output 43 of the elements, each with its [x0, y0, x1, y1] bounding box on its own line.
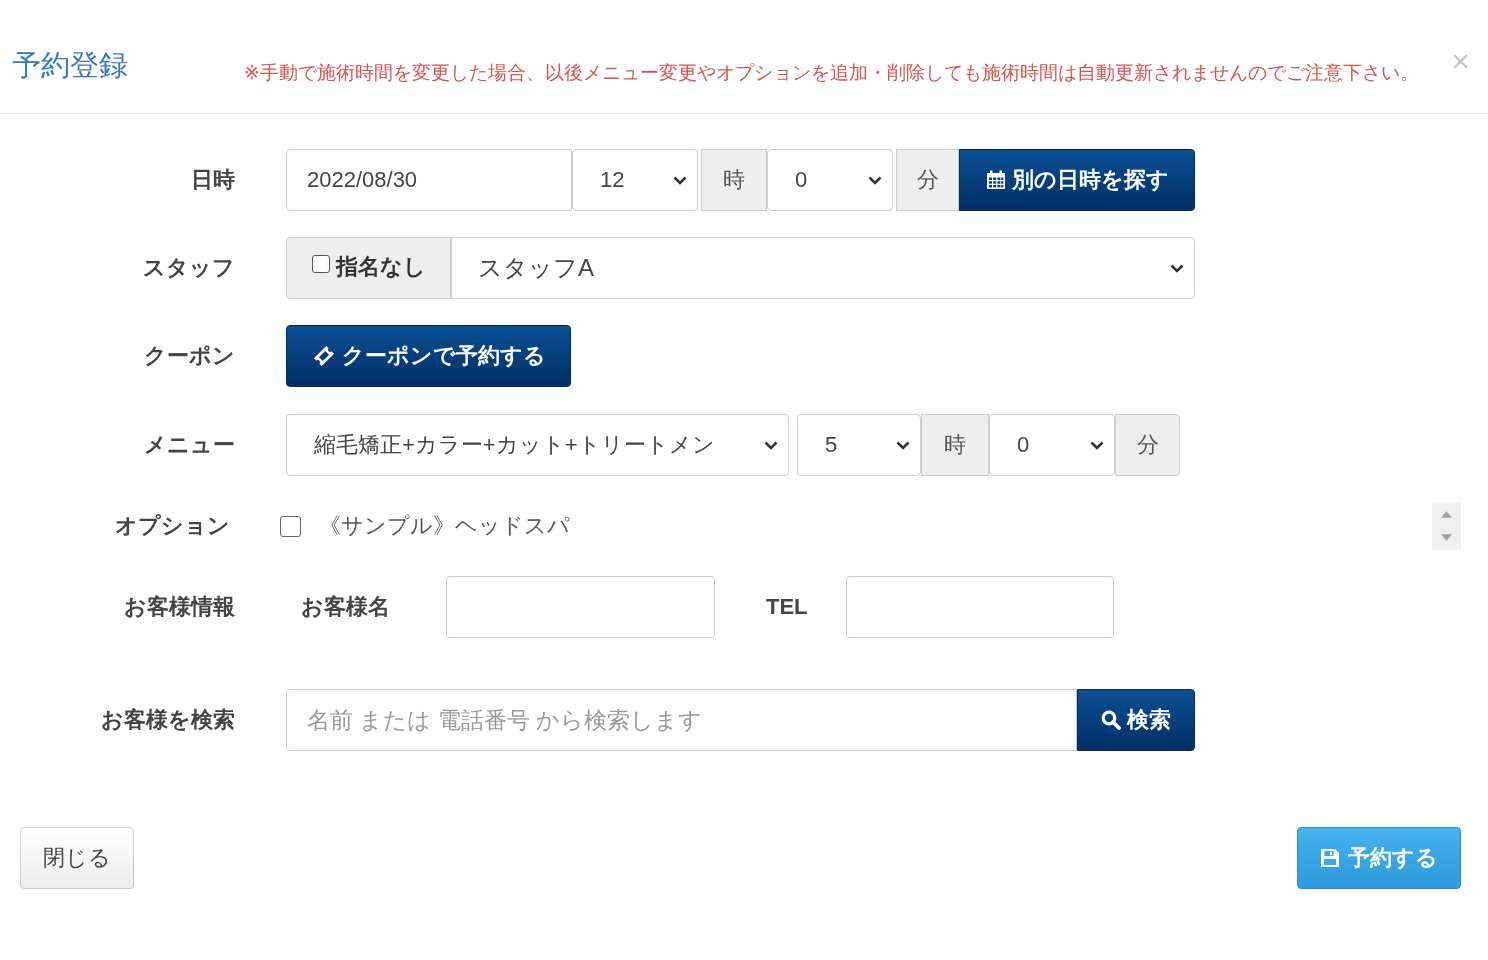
search-icon — [1101, 710, 1121, 730]
customer-name-input[interactable] — [446, 576, 715, 638]
date-input[interactable]: 2022/08/30 — [286, 149, 572, 211]
tel-label: TEL — [766, 594, 809, 620]
field-label: 日時 — [190, 166, 235, 194]
option-checkbox[interactable]: 《サンプル》ヘッドスパ — [280, 511, 570, 541]
chevron-down-icon — [1090, 440, 1104, 450]
hour-select[interactable]: 12 — [572, 149, 698, 211]
field-label: クーポン — [143, 342, 235, 370]
unit-label: 時 — [921, 414, 989, 476]
scroll-down-icon[interactable] — [1441, 534, 1452, 541]
chevron-down-icon — [673, 175, 687, 185]
field-label: お客様情報 — [123, 593, 235, 621]
hours-select[interactable]: 5 — [797, 414, 921, 476]
minutes-select[interactable]: 0 — [989, 414, 1115, 476]
chevron-down-icon — [764, 440, 778, 450]
find-other-date-button[interactable]: 別の日時を探す — [959, 149, 1195, 211]
field-label: メニュー — [143, 431, 235, 459]
minute-select[interactable]: 0 — [767, 149, 893, 211]
calendar-icon — [985, 170, 1006, 190]
unit-label: 時 — [701, 149, 767, 211]
chevron-down-icon — [1170, 263, 1184, 273]
field-label: お客様を検索 — [100, 706, 235, 734]
chevron-down-icon — [896, 440, 910, 450]
ticket-icon — [311, 344, 336, 368]
customer-name-label: お客様名 — [301, 593, 391, 621]
scrollbar[interactable] — [1432, 502, 1461, 550]
staff-select[interactable]: スタッフA — [451, 237, 1195, 299]
warning-notice: ※手動で施術時間を変更した場合、以後メニュー変更やオプションを追加・削除しても施術時間は自動更新されませんのでご注意下さい。 — [244, 61, 1419, 85]
field-label: スタッフ — [142, 254, 235, 282]
customer-search-input[interactable]: 名前 または 電話番号 から検索します — [286, 689, 1077, 751]
menu-select[interactable]: 縮毛矯正+カラー+カット+トリートメン — [286, 414, 789, 476]
tel-input[interactable] — [846, 576, 1114, 638]
close-dialog-button[interactable]: 閉じる — [20, 827, 134, 889]
no-preference-checkbox[interactable]: 指名なし — [286, 237, 451, 299]
field-label: オプション — [114, 512, 230, 540]
coupon-booking-button[interactable]: クーポンで予約する — [286, 325, 571, 387]
unit-label: 分 — [1115, 414, 1180, 476]
search-button[interactable]: 検索 — [1077, 689, 1195, 751]
scroll-up-icon[interactable] — [1441, 511, 1452, 518]
chevron-down-icon — [868, 175, 882, 185]
unit-label: 分 — [896, 149, 959, 211]
modal-title: 予約登録 — [12, 48, 128, 83]
